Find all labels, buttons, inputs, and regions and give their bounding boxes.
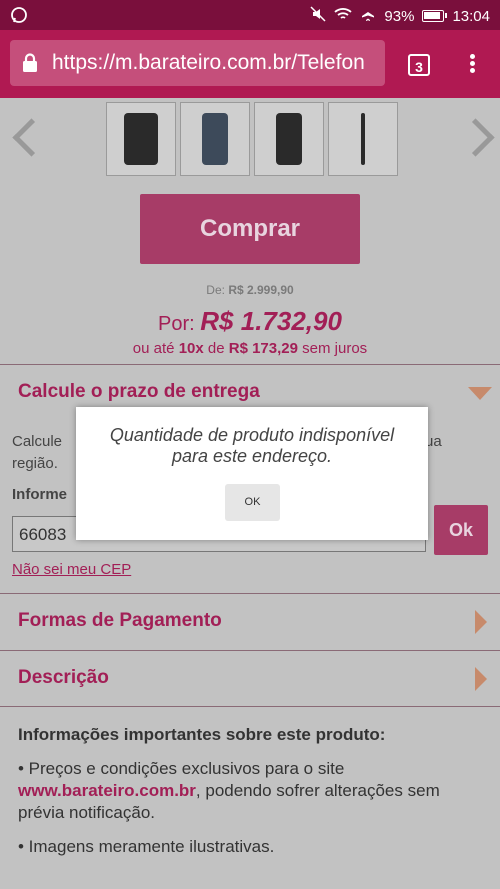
divider <box>0 706 500 707</box>
airplane-mode-icon <box>360 6 376 26</box>
payment-title: Formas de Pagamento <box>18 610 222 631</box>
buy-button[interactable]: Comprar <box>140 194 360 264</box>
cep-ok-button[interactable]: Ok <box>434 505 488 555</box>
alert-dialog: Quantidade de produto indisponível para e… <box>76 407 428 540</box>
site-link[interactable]: www.barateiro.com.br <box>18 781 196 800</box>
description-section-header[interactable]: Descrição <box>0 650 500 707</box>
wifi-icon <box>334 7 353 25</box>
more-options-icon[interactable] <box>465 52 479 78</box>
browser-toolbar: https://m.barateiro.com.br/Telefon 3 <box>0 30 500 98</box>
product-thumbnail[interactable] <box>254 102 324 176</box>
tab-switcher-button[interactable]: 3 <box>408 54 430 76</box>
battery-fill <box>424 12 441 19</box>
chevron-right-icon <box>475 667 487 691</box>
dialog-ok-button[interactable]: OK <box>225 484 280 521</box>
status-bar: 93% 13:04 <box>0 0 500 30</box>
lock-icon <box>22 53 42 73</box>
installment-info: ou até 10x de R$ 173,29 sem juros <box>132 340 368 357</box>
cep-label: Informe <box>12 486 68 503</box>
dialog-message: Quantidade de produto indisponível para e… <box>109 425 395 466</box>
current-price: Por: R$ 1.732,90 <box>158 306 342 336</box>
product-thumbnail[interactable] <box>106 102 176 176</box>
url-text: https://m.barateiro.com.br/Telefon <box>52 51 365 74</box>
battery-percent: 93% <box>384 7 415 25</box>
mute-icon <box>310 6 326 26</box>
unknown-cep-link[interactable]: Não sei meu CEP <box>12 561 131 578</box>
chevron-right-icon <box>475 610 487 634</box>
chevron-down-icon <box>468 387 492 400</box>
next-image-icon[interactable] <box>456 118 495 157</box>
battery-icon <box>422 10 448 22</box>
url-bar[interactable]: https://m.barateiro.com.br/Telefon <box>10 40 385 86</box>
product-thumbnail[interactable] <box>328 102 398 176</box>
clock: 13:04 <box>452 7 490 25</box>
delivery-text-start: Calcule <box>12 433 63 450</box>
delivery-text-region: região. <box>12 455 58 472</box>
old-price: De: R$ 2.999,90 <box>206 283 294 297</box>
info-bullet-2: • Imagens meramente ilustrativas. <box>18 837 275 856</box>
product-thumbnail[interactable] <box>180 102 250 176</box>
info-heading: Informações importantes sobre este produ… <box>18 725 386 744</box>
payment-section-header[interactable]: Formas de Pagamento <box>0 593 500 650</box>
product-thumbnails <box>106 102 398 176</box>
description-title: Descrição <box>18 667 109 688</box>
delivery-title: Calcule o prazo de entrega <box>18 381 260 402</box>
info-bullet-1: • Preços e condições exclusivos para o s… <box>18 759 440 822</box>
previous-image-icon[interactable] <box>12 118 51 157</box>
whatsapp-notification-icon <box>10 6 28 28</box>
